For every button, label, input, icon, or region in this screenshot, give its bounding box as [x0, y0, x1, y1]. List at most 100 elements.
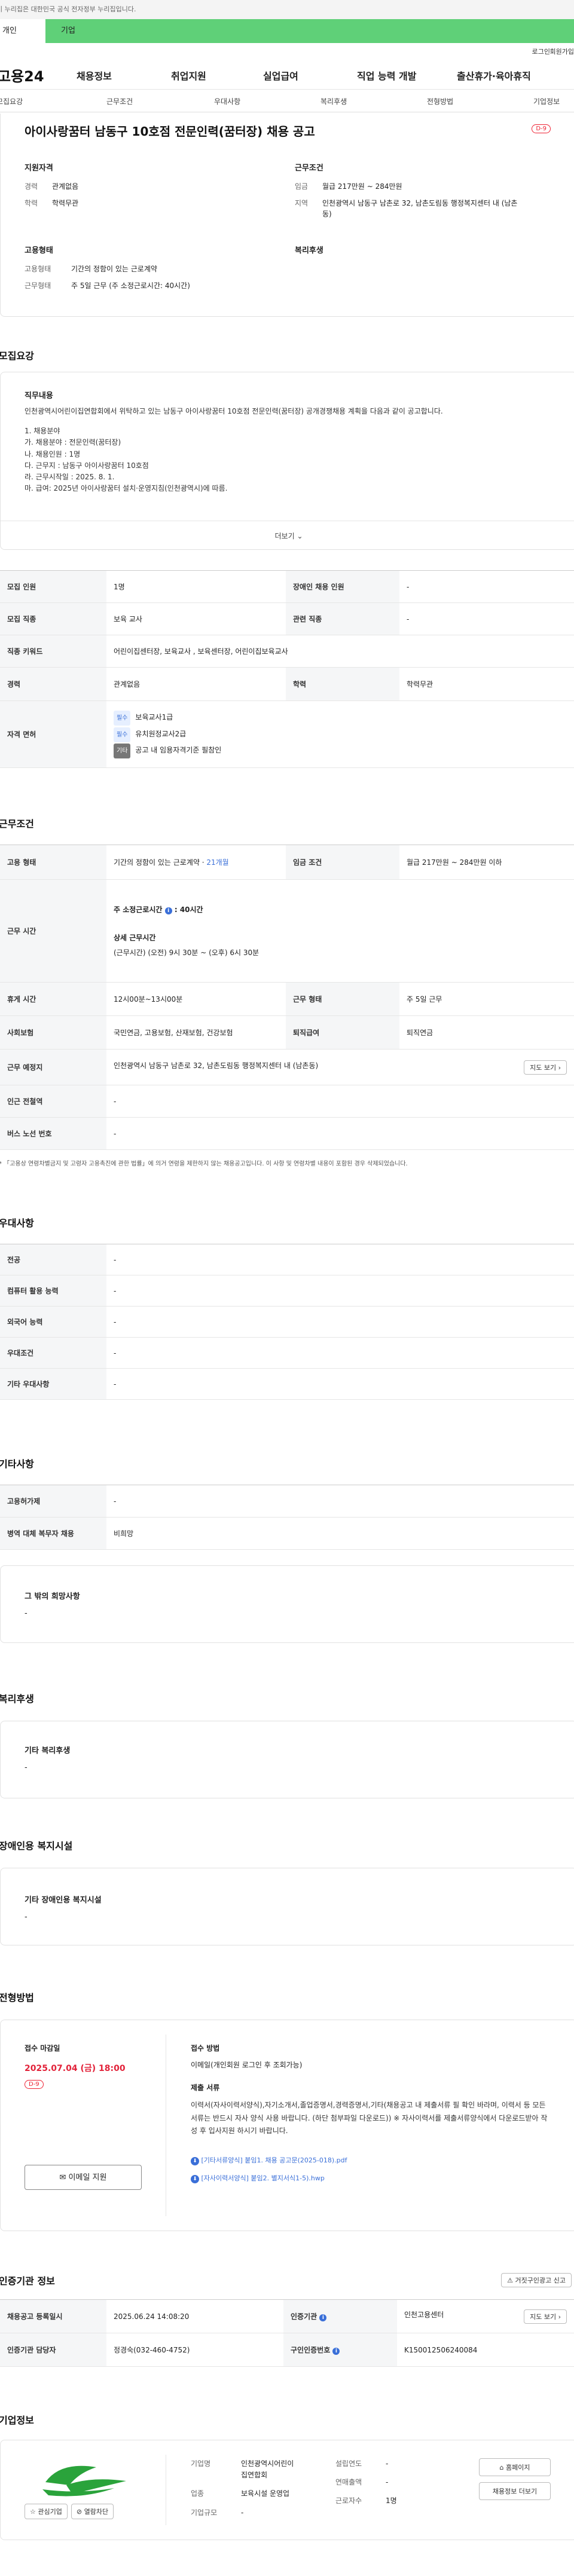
tab-pref[interactable]: 우대사항	[214, 96, 240, 106]
pref-value: -	[106, 1306, 574, 1338]
place-cell: 인천광역시 남동구 남촌로 32, 남촌도림동 행정복지센터 내 (남촌동) 지도…	[106, 1049, 574, 1085]
career-label: 경력	[0, 667, 106, 701]
company-info-left: 기업명 인천광역시어린이 집연합회 업종 보육시설 운영업 기업규모 -	[191, 2458, 294, 2519]
table-row: 휴게 시간 12시00분~13시00분 근무 형태 주 5일 근무	[0, 982, 574, 1016]
duty-line: 나. 채용인원 : 1명	[25, 449, 81, 458]
reg-label: 채용공고 등록일시	[0, 2299, 106, 2333]
duty-line: 라. 근무시작일 : 2025. 8. 1.	[25, 472, 115, 481]
favorite-button[interactable]: ☆ 관심기업	[25, 2504, 68, 2519]
table-row: 인증기관 담당자 정경숙(032-460-4752) 구인인증번호 i K150…	[0, 2333, 574, 2367]
emp-type-label: 고용형태	[25, 265, 51, 273]
attachment-icon: ⬇	[191, 2157, 199, 2165]
employees-value: 1명	[386, 2497, 397, 2505]
tab-welfare[interactable]: 복리후생	[320, 96, 347, 106]
process-card: 접수 마감일 2025.07.04 (금) 18:00 D-9 ✉ 이메일 지원…	[0, 2020, 574, 2231]
keyword-label: 직종 키워드	[0, 635, 106, 668]
table-row: 버스 노선 번호 -	[0, 1117, 574, 1150]
more-jobs-button[interactable]: 채용정보 더보기	[479, 2482, 551, 2500]
wish-card: 그 밖의 희망사항 -	[0, 1565, 574, 1643]
table-row: 모집 인원 1명 장애인 채용 인원 -	[0, 570, 574, 603]
qualification-block: 지원자격 경력 관계없음 학력 학력무관	[25, 161, 264, 215]
count-value: 1명	[106, 570, 286, 603]
info-icon[interactable]: i	[164, 907, 172, 914]
disabled-value: -	[399, 570, 574, 603]
map-button[interactable]: 지도 보기 ›	[524, 1060, 567, 1075]
emp-period-link[interactable]: 21개월	[206, 858, 228, 867]
hours-cell: 주 소정근로시간 i : 40시간 상세 근무시간 (근무시간) (오전) 9시…	[106, 879, 574, 983]
file-link-2[interactable]: ⬇ [자사이력서양식] 붙임2. 별지서식1-5).hwp	[191, 2173, 325, 2183]
file-link-1[interactable]: ⬇ [기타서류양식] 붙임1. 채용 공고문(2025-018).pdf	[191, 2155, 347, 2165]
dday-badge: D-9	[532, 124, 551, 133]
org-label: 인증기관 i	[283, 2299, 397, 2333]
company-logo	[25, 2458, 144, 2500]
license-item: 공고 내 임용자격기준 필참인	[135, 746, 222, 755]
table-row: 근무 시간 주 소정근로시간 i : 40시간 상세 근무시간 (근무시간) (…	[0, 879, 574, 983]
wish-title: 그 밖의 희망사항	[25, 1592, 80, 1601]
block-button[interactable]: ⊘ 열람차단	[71, 2504, 114, 2519]
homepage-button[interactable]: ⌂ 홈페이지	[479, 2458, 551, 2476]
welfare-sub-title: 기타 복리후생	[25, 1746, 71, 1755]
join-link[interactable]: 회원가입	[550, 47, 574, 56]
section-cert-title: 인증기관 정보	[0, 2275, 55, 2287]
emp-cell: 기간의 정함이 있는 근로계약 · 21개월	[106, 845, 286, 880]
info-icon[interactable]: i	[332, 2348, 340, 2355]
license-item: 유치원정교사2급	[135, 729, 187, 738]
tab-recruit[interactable]: 모집요강	[0, 96, 23, 106]
duty-line: 다. 근무지 : 남동구 아이사랑꿈터 10호점	[25, 461, 149, 470]
disabled-label: 장애인 채용 인원	[286, 570, 399, 603]
table-row: 외국어 능력 -	[0, 1306, 574, 1338]
utility-links: 로그인 회원가입	[0, 43, 574, 57]
site-logo[interactable]: 고용24	[0, 65, 44, 85]
chevron-right-icon: ›	[558, 1063, 561, 1072]
wage-value: 월급 217만원 ~ 284만원	[322, 182, 402, 191]
career-value: 관계없음	[106, 667, 286, 701]
industry-value: 보육시설 운영업	[241, 2489, 290, 2498]
duty-line: 가. 채용분야 : 전문인력(꿈터장)	[25, 438, 121, 447]
file-link-2-label[interactable]: [자사이력서양식] 붙임2. 별지서식1-5).hwp	[201, 2174, 325, 2182]
duty-line: 마. 급여: 2025년 아이사랑꿈터 설치·운영지침(인천광역시)에 따름.	[25, 484, 228, 493]
welfare-value: -	[25, 1763, 28, 1772]
welfare-block: 복리후생	[295, 244, 323, 264]
warning-icon: ⚠	[507, 2277, 514, 2284]
license-item: 보육교사1급	[135, 713, 173, 722]
email-apply-button[interactable]: ✉ 이메일 지원	[25, 2165, 142, 2190]
etc-value: 비희망	[106, 1517, 574, 1550]
welfare-card: 기타 복리후생 -	[0, 1721, 574, 1798]
area-label: 지역	[295, 199, 309, 207]
pref-label: 컴퓨터 활용 능력	[0, 1275, 106, 1307]
cert-no-label-text: 구인인증번호	[291, 2346, 331, 2354]
wage-label: 임금 조건	[286, 845, 399, 880]
hours-detail: (근무시간) (오전) 9시 30분 ~ (오후) 6시 30분	[114, 949, 259, 957]
gnb-item-training[interactable]: 직업 능력 개발	[357, 68, 416, 82]
info-icon[interactable]: i	[319, 2314, 327, 2321]
emp-type-value: 기간의 정함이 있는 근로계약	[71, 265, 157, 273]
email-apply-label: 이메일 지원	[68, 2173, 107, 2182]
file-link-1-label[interactable]: [기타서류양식] 붙임1. 채용 공고문(2025-018).pdf	[201, 2156, 347, 2164]
gnb-item-leave[interactable]: 출산휴가·육아휴직	[457, 68, 531, 82]
tab-company[interactable]: 기업	[53, 19, 84, 43]
more-button[interactable]: 더보기 ⌄	[1, 521, 574, 550]
tab-work[interactable]: 근무조건	[106, 96, 133, 106]
section-company-title: 기업정보	[0, 2415, 34, 2426]
employment-type-title: 고용형태	[25, 246, 53, 255]
cert-map-label: 지도 보기	[530, 2312, 557, 2321]
tab-process[interactable]: 전형방법	[427, 96, 453, 106]
gnb-item-jobs[interactable]: 채용정보	[77, 68, 112, 82]
place-value: 인천광역시 남동구 남촌로 32, 남촌도림동 행정복지센터 내 (남촌동)	[114, 1061, 319, 1070]
cert-map-button[interactable]: 지도 보기 ›	[524, 2309, 567, 2324]
company-name-label: 기업명	[191, 2459, 211, 2468]
place-label: 근무 예정지	[0, 1049, 106, 1085]
tab-company[interactable]: 기업정보	[533, 96, 560, 106]
table-row: 근무 예정지 인천광역시 남동구 남촌로 32, 남촌도림동 행정복지센터 내 …	[0, 1049, 574, 1085]
gnb-item-unemployment[interactable]: 실업급여	[263, 68, 298, 82]
login-link[interactable]: 로그인	[532, 47, 550, 56]
report-button[interactable]: ⚠ 거짓구인광고 신고	[501, 2273, 572, 2287]
recruit-table: 모집 인원 1명 장애인 채용 인원 - 모집 직종 보육 교사 관련 직종 -…	[0, 570, 574, 768]
table-row: 컴퓨터 활용 능력 -	[0, 1275, 574, 1307]
chevron-down-icon: ⌄	[297, 532, 303, 540]
hours-week-label: 주 소정근로시간	[114, 905, 163, 914]
emp-label: 고용 형태	[0, 845, 106, 880]
table-row: 직종 키워드 어린이집센터장, 보육교사 , 보육센터장, 어린이집보육교사	[0, 635, 574, 668]
gnb-item-support[interactable]: 취업지원	[171, 68, 206, 82]
tab-personal[interactable]: 개인	[0, 19, 45, 43]
